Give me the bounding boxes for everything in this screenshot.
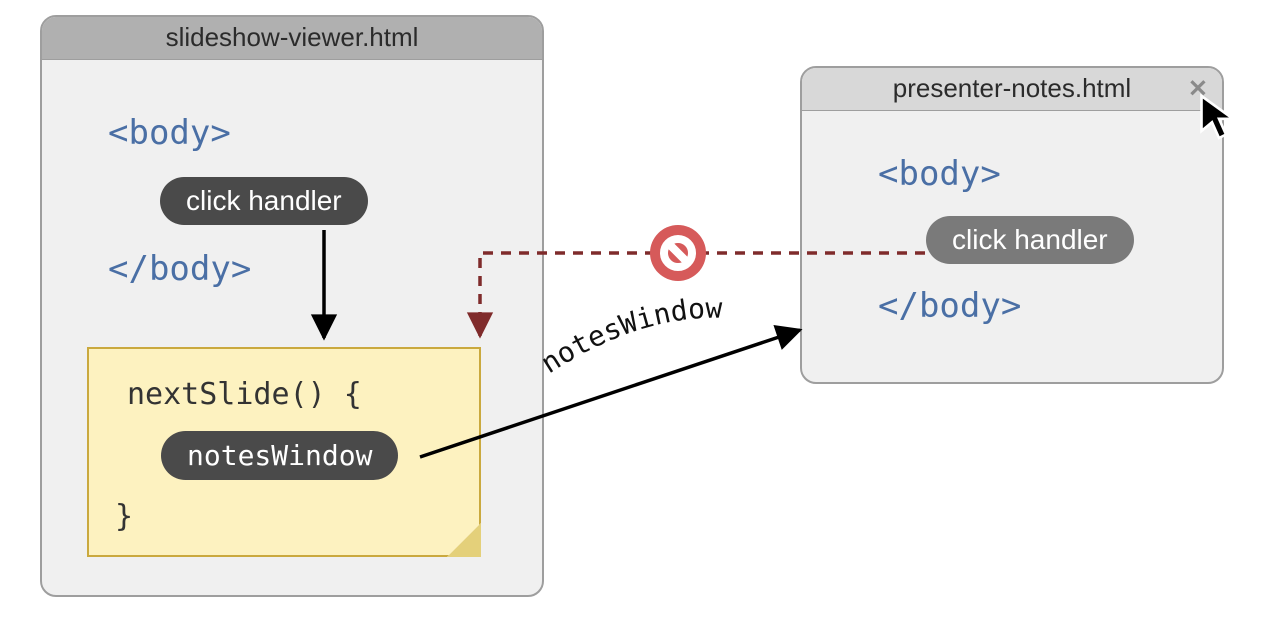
- body-close-tag-right: </body>: [878, 286, 1021, 326]
- slideshow-viewer-title: slideshow-viewer.html: [166, 22, 419, 52]
- presenter-notes-window: presenter-notes.html ✕ <body> click hand…: [800, 66, 1224, 384]
- body-open-tag-right: <body>: [878, 154, 1001, 194]
- presenter-notes-titlebar: presenter-notes.html ✕: [802, 68, 1222, 111]
- slideshow-viewer-titlebar: slideshow-viewer.html: [42, 17, 542, 60]
- body-open-tag-left: <body>: [108, 113, 231, 153]
- presenter-notes-title: presenter-notes.html: [893, 73, 1131, 103]
- no-entry-icon: [650, 225, 706, 281]
- click-handler-pill-right: click handler: [926, 216, 1134, 264]
- fn-open-code: nextSlide() {: [127, 377, 362, 412]
- noteswindow-arrow-label: notesWindow: [535, 292, 723, 380]
- click-handler-pill-left: click handler: [160, 177, 368, 225]
- body-close-tag-left: </body>: [108, 249, 251, 289]
- fn-close-code: }: [115, 499, 133, 534]
- slideshow-viewer-window: slideshow-viewer.html <body> click handl…: [40, 15, 544, 597]
- noteswindow-pill: notesWindow: [161, 431, 398, 480]
- mouse-cursor-icon: [1198, 92, 1240, 142]
- sticky-note: nextSlide() { notesWindow }: [87, 347, 481, 557]
